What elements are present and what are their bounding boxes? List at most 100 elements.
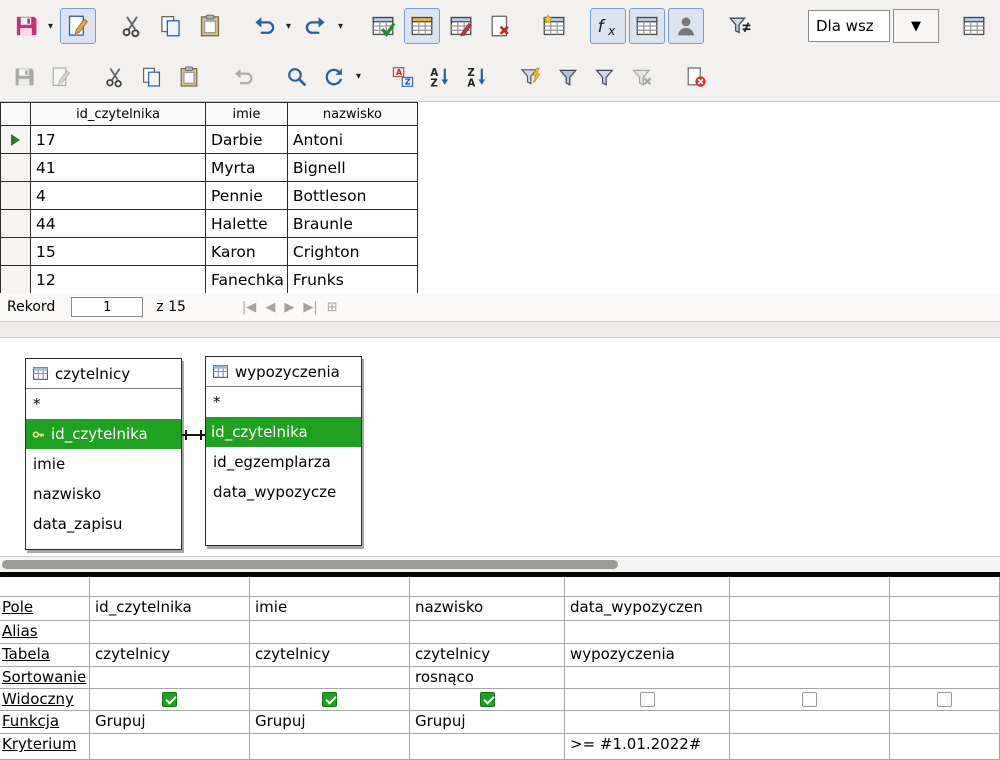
first-record-button[interactable]: |◀ [242,300,256,315]
results-cell[interactable]: 12 [31,266,206,294]
results-column-header[interactable]: id_czytelnika [31,103,206,126]
grid-cell-funkcja-c5[interactable] [730,711,890,734]
paste-data-button[interactable] [173,61,205,93]
field-row[interactable]: id_czytelnika [26,419,181,449]
edit-query-button[interactable] [60,8,96,44]
refresh-button[interactable] [318,61,350,93]
field-row[interactable]: id_egzemplarza [206,447,361,477]
save-button[interactable] [8,8,44,44]
grid-cell-funkcja-c3[interactable]: Grupuj [410,711,565,734]
add-table-button[interactable] [536,8,572,44]
field-row[interactable]: data_wypozycze [206,477,361,507]
grid-cell-kryterium-c3[interactable] [410,734,565,760]
grid-cell-pole-c5[interactable] [730,597,890,621]
grid-cell-kryterium-c5[interactable] [730,734,890,760]
visible-checkbox[interactable] [937,692,952,707]
grid-cell-alias-c2[interactable] [250,621,410,644]
redo-button-dropdown[interactable]: ▾ [334,8,347,44]
field-row[interactable]: nazwisko [26,479,181,509]
grid-cell-pole-c2[interactable]: imie [250,597,410,621]
field-row[interactable]: * [26,389,181,419]
results-cell[interactable]: Pennie [206,182,288,210]
table-box-czytelnicy[interactable]: czytelnicy*id_czytelnikaimienazwiskodata… [25,358,182,550]
copy-data-button[interactable] [136,61,168,93]
grid-cell-pole-c3[interactable]: nazwisko [410,597,565,621]
distinct-values-button[interactable] [722,8,758,44]
grid-cell-alias-c4[interactable] [565,621,730,644]
apply-filter-button[interactable] [552,61,584,93]
row-selector[interactable] [1,126,31,154]
visible-checkbox[interactable] [802,692,817,707]
previous-record-button[interactable]: ◀ [265,300,275,315]
sort-button[interactable]: AZ [387,61,419,93]
standard-filter-button[interactable] [589,61,621,93]
grid-cell-pole-c6[interactable] [890,597,1000,621]
grid-cell-tabela-c4[interactable]: wypozyczenia [565,644,730,667]
results-cell[interactable]: Braunle [287,210,417,238]
grid-cell-sortowanie-c4[interactable] [565,667,730,689]
grid-cell-alias-c6[interactable] [890,621,1000,644]
pane-splitter[interactable] [0,322,1000,338]
refresh-button-dropdown[interactable]: ▾ [352,59,365,95]
grid-cell-tabela-c2[interactable]: czytelnicy [250,644,410,667]
sort-descending-button[interactable]: ZA [461,61,493,93]
grid-cell-pole-c4[interactable]: data_wypozyczen [565,597,730,621]
row-selector[interactable] [1,154,31,182]
alias-row-toggle[interactable] [668,8,704,44]
results-cell[interactable]: Frunks [287,266,417,294]
table-box-title[interactable]: wypozyczenia [206,357,361,387]
grid-cell-widoczny-c6[interactable] [890,689,1000,711]
results-cell[interactable]: Antoni [287,126,417,154]
grid-cell-funkcja-c6[interactable] [890,711,1000,734]
scrollbar-thumb[interactable] [2,560,618,569]
grid-cell-kryterium-c2[interactable] [250,734,410,760]
design-view-toggle[interactable] [404,8,440,44]
results-column-header[interactable]: imie [206,103,288,126]
grid-cell-widoczny-c3[interactable] [410,689,565,711]
results-cell[interactable]: Crighton [287,238,417,266]
field-row[interactable]: id_czytelnika [206,417,361,447]
find-record-button[interactable] [281,61,313,93]
field-row[interactable]: imie [26,449,181,479]
grid-cell-tabela-c5[interactable] [730,644,890,667]
grid-cell-widoczny-c4[interactable] [565,689,730,711]
table-box-title[interactable]: czytelnicy [26,359,181,389]
limit-combobox-value[interactable]: Dla wsz [808,10,890,42]
results-cell[interactable]: Bignell [287,154,417,182]
next-record-button[interactable]: ▶ [284,300,294,315]
grid-cell-sortowanie-c2[interactable] [250,667,410,689]
row-selector[interactable] [1,238,31,266]
new-record-button[interactable]: ⊞ [327,300,338,315]
results-cell[interactable]: 17 [31,126,206,154]
grid-cell-widoczny-c1[interactable] [90,689,250,711]
delete-record-button[interactable] [680,61,712,93]
grid-cell-kryterium-c6[interactable] [890,734,1000,760]
grid-cell-sortowanie-c5[interactable] [730,667,890,689]
visible-checkbox[interactable] [322,692,337,707]
results-cell[interactable]: 44 [31,210,206,238]
redo-button[interactable] [298,8,334,44]
row-selector[interactable] [1,210,31,238]
visible-checkbox[interactable] [162,692,177,707]
grid-cell-pole-c1[interactable]: id_czytelnika [90,597,250,621]
grid-cell-widoczny-c5[interactable] [730,689,890,711]
cut-button[interactable] [114,8,150,44]
table-row-toggle[interactable] [629,8,665,44]
last-record-button[interactable]: ▶| [303,300,317,315]
results-column-header[interactable]: nazwisko [287,103,417,126]
paste-button[interactable] [192,8,228,44]
grid-cell-alias-c5[interactable] [730,621,890,644]
undo-button[interactable] [246,8,282,44]
clear-query-button[interactable] [482,8,518,44]
results-cell[interactable]: Karon [206,238,288,266]
grid-cell-tabela-c6[interactable] [890,644,1000,667]
record-number-input[interactable] [71,297,143,317]
grid-cell-alias-c3[interactable] [410,621,565,644]
grid-cell-sortowanie-c6[interactable] [890,667,1000,689]
grid-cell-sortowanie-c1[interactable] [90,667,250,689]
visible-checkbox[interactable] [480,692,495,707]
results-cell[interactable]: Fanechka [206,266,288,294]
results-corner-cell[interactable] [1,103,31,126]
grid-cell-kryterium-c4[interactable]: >= #1.01.2022# [565,734,730,760]
results-cell[interactable]: Darbie [206,126,288,154]
